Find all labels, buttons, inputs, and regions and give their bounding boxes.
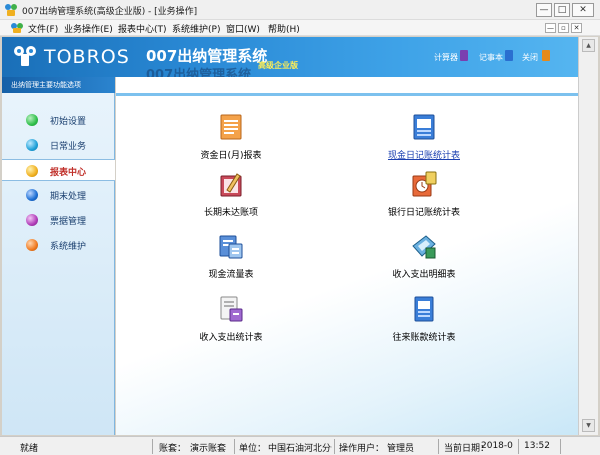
status-divider bbox=[234, 439, 235, 454]
report-tile-label: 长期未达账项 bbox=[203, 208, 258, 218]
green-ball-icon bbox=[26, 114, 38, 126]
nav-item-bill-management[interactable]: 票据管理 bbox=[2, 209, 115, 231]
maximize-button[interactable]: □ bbox=[554, 3, 570, 17]
report-tile-fund-report[interactable]: 资金日(月)报表 bbox=[176, 113, 286, 161]
accounts-stats-icon bbox=[414, 296, 434, 322]
operator-label: 操作用户： bbox=[339, 444, 385, 454]
header-divider bbox=[116, 93, 578, 96]
nav-item-daily-business[interactable]: 日常业务 bbox=[2, 134, 115, 156]
account-label: 账套： bbox=[159, 444, 187, 454]
menu-file[interactable]: 文件(F) bbox=[28, 22, 58, 35]
product-name-reflection: 007出纳管理系统 bbox=[146, 68, 252, 77]
status-divider bbox=[438, 439, 439, 454]
cyan-ball-icon bbox=[26, 139, 38, 151]
bank-journal-icon bbox=[412, 171, 437, 197]
long-outstanding-icon bbox=[220, 173, 242, 197]
income-detail-icon bbox=[412, 235, 436, 259]
time-value: 13:52 bbox=[524, 441, 550, 451]
yellow-ball-icon bbox=[26, 165, 38, 177]
nav-item-period-end[interactable]: 期末处理 bbox=[2, 184, 115, 206]
menu-business[interactable]: 业务操作(E) bbox=[64, 22, 113, 35]
notepad-link[interactable]: 记事本 bbox=[479, 52, 503, 63]
mdi-minimize-button[interactable]: — bbox=[545, 23, 556, 33]
logo-text: TOBROS bbox=[44, 46, 130, 68]
report-tile-income-detail[interactable]: 收入支出明细表 bbox=[369, 232, 479, 280]
report-tile-income-stats[interactable]: 收入支出统计表 bbox=[176, 295, 286, 343]
nav-item-label: 报表中心 bbox=[50, 168, 87, 178]
nav-item-label: 日常业务 bbox=[50, 142, 87, 152]
mdi-close-button[interactable]: ✕ bbox=[571, 23, 582, 33]
menu-reports[interactable]: 报表中心(T) bbox=[118, 22, 167, 35]
mdi-restore-button[interactable]: ▫ bbox=[558, 23, 569, 33]
status-bar: 就绪 账套： 演示账套 单位： 中国石油河北分公 操作用户： 管理员 当前日期：… bbox=[0, 436, 600, 455]
report-tile-label: 现金流量表 bbox=[208, 270, 254, 280]
close-door-icon[interactable] bbox=[542, 50, 550, 61]
report-tile-label: 银行日记账统计表 bbox=[387, 208, 460, 218]
scroll-down-icon[interactable]: ▼ bbox=[582, 419, 595, 432]
close-link[interactable]: 关闭 bbox=[522, 52, 538, 63]
edition-label: 高级企业版 bbox=[258, 61, 298, 70]
close-button[interactable]: ✕ bbox=[572, 3, 594, 17]
app-menu-icon[interactable] bbox=[10, 22, 24, 34]
calculator-link[interactable]: 计算器 bbox=[434, 52, 458, 63]
report-tile-accounts-stats[interactable]: 往来账款统计表 bbox=[369, 295, 479, 343]
income-stats-icon bbox=[220, 296, 243, 322]
status-divider bbox=[334, 439, 335, 454]
nav-item-initial-setup[interactable]: 初始设置 bbox=[2, 109, 115, 131]
report-tile-label: 资金日(月)报表 bbox=[200, 151, 262, 161]
calculator-icon[interactable] bbox=[460, 50, 468, 61]
menu-bar: 文件(F) 业务操作(E) 报表中心(T) 系统维护(P) 窗口(W) 帮助(H… bbox=[0, 20, 600, 36]
menu-help[interactable]: 帮助(H) bbox=[268, 22, 300, 35]
header-banner: TOBROS 007出纳管理系统 007出纳管理系统 高级企业版 计算器 记事本… bbox=[2, 37, 578, 77]
menu-system[interactable]: 系统维护(P) bbox=[172, 22, 220, 35]
fund-report-icon bbox=[220, 114, 242, 140]
product-name: 007出纳管理系统 bbox=[146, 47, 268, 65]
report-tile-long-outstanding[interactable]: 长期未达账项 bbox=[176, 170, 286, 218]
report-tile-cash-flow[interactable]: 现金流量表 bbox=[176, 232, 286, 280]
window-title: 007出纳管理系统(高级企业版) - [业务操作] bbox=[22, 7, 198, 17]
notepad-icon[interactable] bbox=[505, 50, 513, 61]
report-tile-label: 往来账款统计表 bbox=[392, 333, 456, 343]
report-tile-cash-journal[interactable]: 现金日记账统计表 bbox=[369, 113, 479, 161]
date-value: 2018-0 bbox=[481, 441, 513, 451]
vertical-scrollbar[interactable]: ▲ ▼ bbox=[578, 37, 598, 435]
menu-window[interactable]: 窗口(W) bbox=[226, 22, 260, 35]
report-center-area: 资金日(月)报表 现金日记账统计表 长期未达账项 银行日记账统计表 现金流量表 … bbox=[116, 77, 578, 435]
tobros-logo-icon bbox=[14, 46, 36, 66]
status-ready: 就绪 bbox=[20, 444, 39, 454]
minimize-button[interactable]: — bbox=[536, 3, 552, 17]
title-bar: 007出纳管理系统(高级企业版) - [业务操作] — □ ✕ bbox=[0, 0, 600, 20]
cash-journal-icon bbox=[413, 114, 435, 140]
function-panel: 出纳管理主要功能选项 初始设置 日常业务 报表中心 期末处理 票据管理 系统维护 bbox=[2, 77, 115, 435]
nav-item-label: 期末处理 bbox=[50, 192, 87, 202]
blue-ball-icon bbox=[26, 189, 38, 201]
unit-label: 单位： bbox=[239, 444, 267, 454]
nav-item-label: 票据管理 bbox=[50, 217, 87, 227]
orange-ball-icon bbox=[26, 239, 38, 251]
report-tile-bank-journal[interactable]: 银行日记账统计表 bbox=[369, 170, 479, 218]
app-icon bbox=[5, 4, 17, 16]
panel-title: 出纳管理主要功能选项 bbox=[2, 77, 115, 93]
status-divider bbox=[560, 439, 561, 454]
nav-item-system-maintenance[interactable]: 系统维护 bbox=[2, 234, 115, 256]
scroll-up-icon[interactable]: ▲ bbox=[582, 39, 595, 52]
report-tile-label: 收入支出统计表 bbox=[199, 333, 263, 343]
account-value: 演示账套 bbox=[190, 444, 227, 454]
report-tile-label: 收入支出明细表 bbox=[392, 270, 456, 280]
nav-item-label: 初始设置 bbox=[50, 117, 87, 127]
status-divider bbox=[518, 439, 519, 454]
cash-flow-icon bbox=[219, 235, 243, 259]
unit-value: 中国石油河北分公 bbox=[268, 444, 332, 454]
report-tile-label: 现金日记账统计表 bbox=[387, 151, 460, 161]
nav-item-report-center[interactable]: 报表中心 bbox=[2, 159, 115, 181]
operator-value: 管理员 bbox=[387, 444, 415, 454]
purple-ball-icon bbox=[26, 214, 38, 226]
status-divider bbox=[152, 439, 153, 454]
nav-item-label: 系统维护 bbox=[50, 242, 87, 252]
